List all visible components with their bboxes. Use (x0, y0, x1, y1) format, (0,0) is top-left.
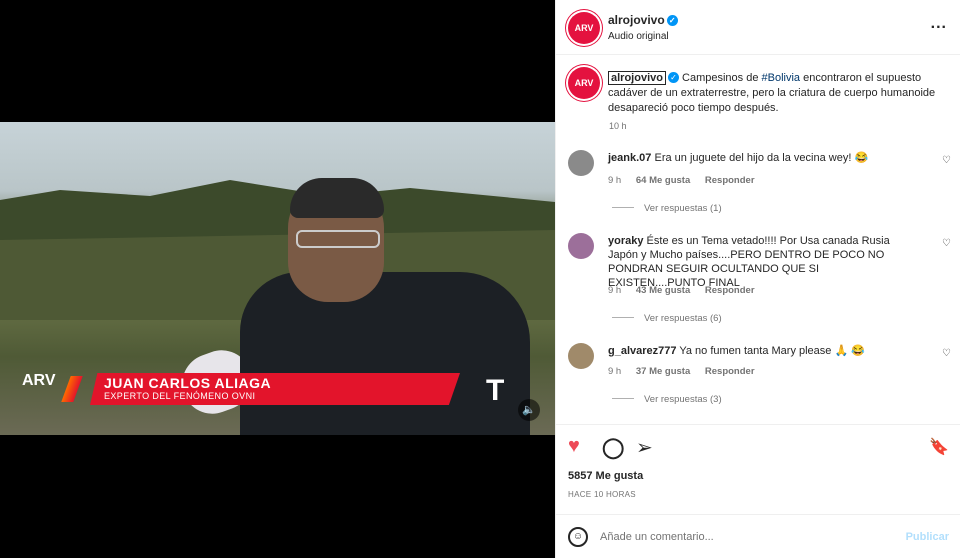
post-actions: ♥ ◯ ➢ 🔖 (556, 424, 960, 468)
verified-icon: ✓ (667, 72, 679, 83)
caption-avatar[interactable]: ARV (568, 67, 600, 99)
comment-meta: 9 h 37 Me gusta Responder (608, 366, 755, 377)
avatar[interactable]: ARV (568, 12, 600, 44)
view-replies-button[interactable]: Ver respuestas (3) (612, 394, 722, 405)
publish-button[interactable]: Publicar (906, 531, 949, 543)
caption-text: alrojovivo ✓ Campesinos de #Bolivia encon… (608, 71, 936, 114)
telemundo-logo: T (486, 374, 505, 407)
reply-button[interactable]: Responder (705, 366, 755, 377)
verified-icon: ✓ (666, 15, 678, 26)
comment-username[interactable]: g_alvarez777 (608, 345, 677, 357)
save-icon[interactable]: 🔖 (929, 437, 949, 457)
add-comment-bar: ☺ Publicar (556, 514, 960, 558)
commenter-avatar[interactable] (568, 150, 594, 176)
caption-time[interactable]: 10 h (609, 121, 627, 131)
view-replies-button[interactable]: Ver respuestas (1) (612, 203, 722, 214)
commenter-avatar[interactable] (568, 343, 594, 369)
comment-username[interactable]: yoraky (608, 235, 643, 247)
caption-username[interactable]: alrojovivo (608, 71, 666, 85)
view-replies-button[interactable]: Ver respuestas (6) (612, 313, 722, 324)
interviewee-hair (290, 178, 384, 218)
interviewee-glasses (296, 230, 380, 248)
reply-button[interactable]: Responder (705, 285, 755, 296)
post-header: ARV alrojovivo ✓ Audio original ... (556, 0, 960, 55)
audio-link[interactable]: Audio original (608, 31, 669, 42)
commenter-avatar[interactable] (568, 233, 594, 259)
comment-username[interactable]: jeank.07 (608, 152, 651, 164)
header-username[interactable]: alrojovivo ✓ (608, 13, 678, 27)
mute-icon[interactable]: 🔈 (518, 399, 540, 421)
comment-icon[interactable]: ◯ (602, 435, 624, 460)
interviewee-jacket (240, 272, 530, 435)
comment-text: g_alvarez777 Ya no fumen tanta Mary plea… (608, 345, 865, 357)
comment-text: jeank.07 Era un juguete del hijo da la v… (608, 152, 869, 164)
heart-icon[interactable]: ♡ (942, 155, 951, 166)
comment-likes[interactable]: 37 Me gusta (636, 366, 690, 377)
comment-likes[interactable]: 43 Me gusta (636, 285, 690, 296)
video-player[interactable]: ARV JUAN CARLOS ALIAGA EXPERTO DEL FENÓM… (0, 122, 555, 435)
post-media: ARV JUAN CARLOS ALIAGA EXPERTO DEL FENÓM… (0, 0, 555, 558)
lower-third-name: JUAN CARLOS ALIAGA (104, 375, 272, 391)
post-panel: ARV alrojovivo ✓ Audio original ... ARV a… (555, 0, 960, 558)
emoji-icon[interactable]: ☺ (568, 527, 588, 547)
comment-likes[interactable]: 64 Me gusta (636, 175, 690, 186)
comment-input[interactable] (600, 527, 890, 547)
more-options-icon[interactable]: ... (931, 15, 947, 33)
comment-text: yoraky Éste es un Tema vetado!!!! Por Us… (608, 235, 890, 289)
posted-time: HACE 10 HORAS (568, 490, 636, 499)
heart-icon[interactable]: ♡ (942, 348, 951, 359)
lower-third-title: EXPERTO DEL FENÓMENO OVNI (104, 391, 256, 401)
hashtag-link[interactable]: #Bolivia (762, 72, 801, 84)
comment-meta: 9 h 64 Me gusta Responder (608, 175, 755, 186)
like-icon[interactable]: ♥ (568, 435, 580, 458)
likes-count[interactable]: 5857 Me gusta (568, 470, 643, 482)
heart-icon[interactable]: ♡ (942, 238, 951, 249)
reply-button[interactable]: Responder (705, 175, 755, 186)
comment-meta: 9 h 43 Me gusta Responder (608, 285, 755, 296)
lower-third: JUAN CARLOS ALIAGA EXPERTO DEL FENÓMENO … (0, 373, 460, 405)
share-icon[interactable]: ➢ (636, 435, 653, 460)
